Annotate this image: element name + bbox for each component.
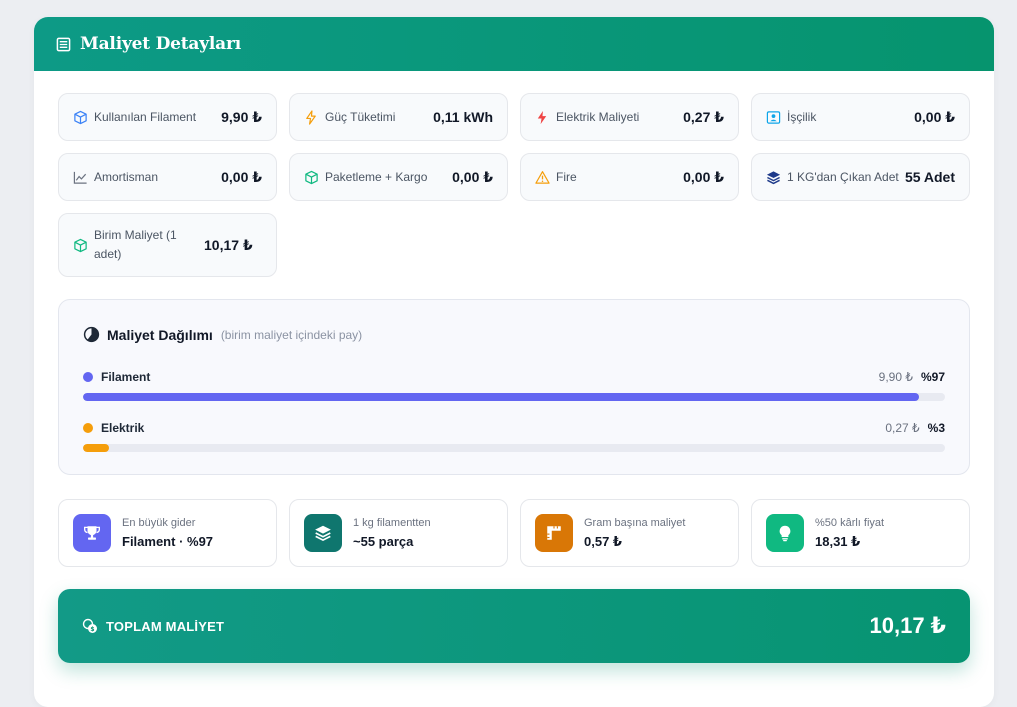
chart-line-icon	[72, 169, 88, 185]
stats-grid: Kullanılan Filament 9,90 ₺ Güç Tüketimi …	[58, 93, 970, 277]
stat-power: Güç Tüketimi 0,11 kWh	[289, 93, 508, 141]
distribution-row-filament: Filament 9,90 ₺ %97	[83, 368, 945, 401]
card-header: Maliyet Detayları	[34, 17, 994, 71]
page-title: Maliyet Detayları	[80, 34, 242, 54]
insight-value: ~55 parça	[353, 534, 414, 549]
row-amount: 9,90 ₺	[878, 370, 913, 384]
stat-labor: İşçilik 0,00 ₺	[751, 93, 970, 141]
distribution-title-row: Maliyet Dağılımı (birim maliyet içindeki…	[83, 326, 362, 343]
coins-icon: $	[82, 618, 98, 634]
stat-label: İşçilik	[787, 109, 817, 124]
insight-profit-price: %50 kârlı fiyat 18,31 ₺	[751, 499, 970, 567]
stat-value: 0,00 ₺	[914, 108, 955, 125]
progress-track	[83, 393, 945, 401]
row-percent: %3	[927, 421, 945, 435]
stat-label: Kullanılan Filament	[94, 109, 197, 124]
progress-fill	[83, 444, 109, 452]
insight-cards: En büyük gider Filament · %97 1 kg filam…	[58, 499, 970, 567]
insight-cost-per-gram: Gram başına maliyet 0,57 ₺	[520, 499, 739, 567]
stat-value: 9,90 ₺	[221, 108, 262, 125]
box-icon	[303, 169, 319, 185]
stat-depreciation: Amortisman 0,00 ₺	[58, 153, 277, 201]
layers-icon	[304, 514, 342, 552]
stat-electric-cost: Elektrik Maliyeti 0,27 ₺	[520, 93, 739, 141]
distribution-subtitle: (birim maliyet içindeki pay)	[220, 327, 363, 342]
stat-filament: Kullanılan Filament 9,90 ₺	[58, 93, 277, 141]
worker-icon	[765, 109, 781, 125]
total-label: TOPLAM MALİYET	[106, 618, 225, 634]
lightning-icon	[534, 109, 550, 125]
stat-value: 0,00 ₺	[683, 168, 724, 185]
stat-packaging: Paketleme + Kargo 0,00 ₺	[289, 153, 508, 201]
stat-value: 0,00 ₺	[221, 168, 262, 185]
stat-value: 0,00 ₺	[452, 168, 493, 185]
insight-pieces-per-kg: 1 kg filamentten ~55 parça	[289, 499, 508, 567]
ruler-icon	[535, 514, 573, 552]
progress-fill	[83, 393, 920, 401]
stat-value: 10,17 ₺	[204, 236, 253, 253]
insight-label: 1 kg filamentten	[353, 517, 431, 529]
row-amount: 0,27 ₺	[885, 421, 920, 435]
stat-waste: Fire 0,00 ₺	[520, 153, 739, 201]
cost-details-card: Maliyet Detayları Kullanılan Filament 9,…	[34, 17, 994, 707]
stat-label: Amortisman	[94, 169, 159, 184]
cost-distribution-panel: Maliyet Dağılımı (birim maliyet içindeki…	[58, 299, 970, 475]
stat-value: 0,27 ₺	[683, 108, 724, 125]
stat-value: 0,11 kWh	[433, 109, 493, 125]
distribution-row-electric: Elektrik 0,27 ₺ %3	[83, 419, 945, 452]
stat-label: Paketleme + Kargo	[325, 169, 428, 184]
stat-pieces-per-kg: 1 KG'dan Çıkan Adet 55 Adet	[751, 153, 970, 201]
list-icon	[56, 37, 71, 52]
layers-icon	[765, 169, 781, 185]
stat-unit-cost: Birim Maliyet (1 adet) 10,17 ₺	[58, 213, 277, 277]
insight-label: Gram başına maliyet	[584, 516, 686, 529]
total-value: 10,17 ₺	[869, 613, 946, 638]
insight-value: 0,57 ₺	[584, 533, 622, 549]
total-cost-bar: $ TOPLAM MALİYET 10,17 ₺	[58, 589, 970, 663]
stat-label: Elektrik Maliyeti	[556, 109, 640, 124]
row-percent: %97	[920, 370, 945, 384]
row-name: Elektrik	[101, 421, 145, 435]
svg-text:$: $	[90, 626, 94, 633]
warning-icon	[534, 169, 550, 185]
distribution-title: Maliyet Dağılımı	[107, 326, 213, 343]
insight-largest-expense: En büyük gider Filament · %97	[58, 499, 277, 567]
cube-icon	[72, 109, 88, 125]
row-name: Filament	[101, 370, 151, 384]
trophy-icon	[73, 514, 111, 552]
stat-value: 55 Adet	[904, 169, 955, 185]
insight-value: 18,31 ₺	[815, 533, 861, 549]
lightbulb-icon	[766, 514, 804, 552]
stat-label: 1 KG'dan Çıkan Adet	[787, 169, 899, 184]
series-dot	[83, 423, 93, 433]
pie-chart-icon	[83, 326, 100, 343]
series-dot	[83, 372, 93, 382]
insight-label: En büyük gider	[122, 517, 196, 529]
stat-label: Fire	[556, 169, 577, 184]
progress-track	[83, 444, 945, 452]
stat-label: Birim Maliyet (1 adet)	[94, 228, 177, 261]
box-icon	[72, 237, 88, 253]
insight-value: Filament · %97	[122, 534, 214, 549]
insight-label: %50 kârlı fiyat	[815, 516, 885, 529]
bolt-icon	[303, 109, 319, 125]
stat-label: Güç Tüketimi	[325, 109, 396, 124]
